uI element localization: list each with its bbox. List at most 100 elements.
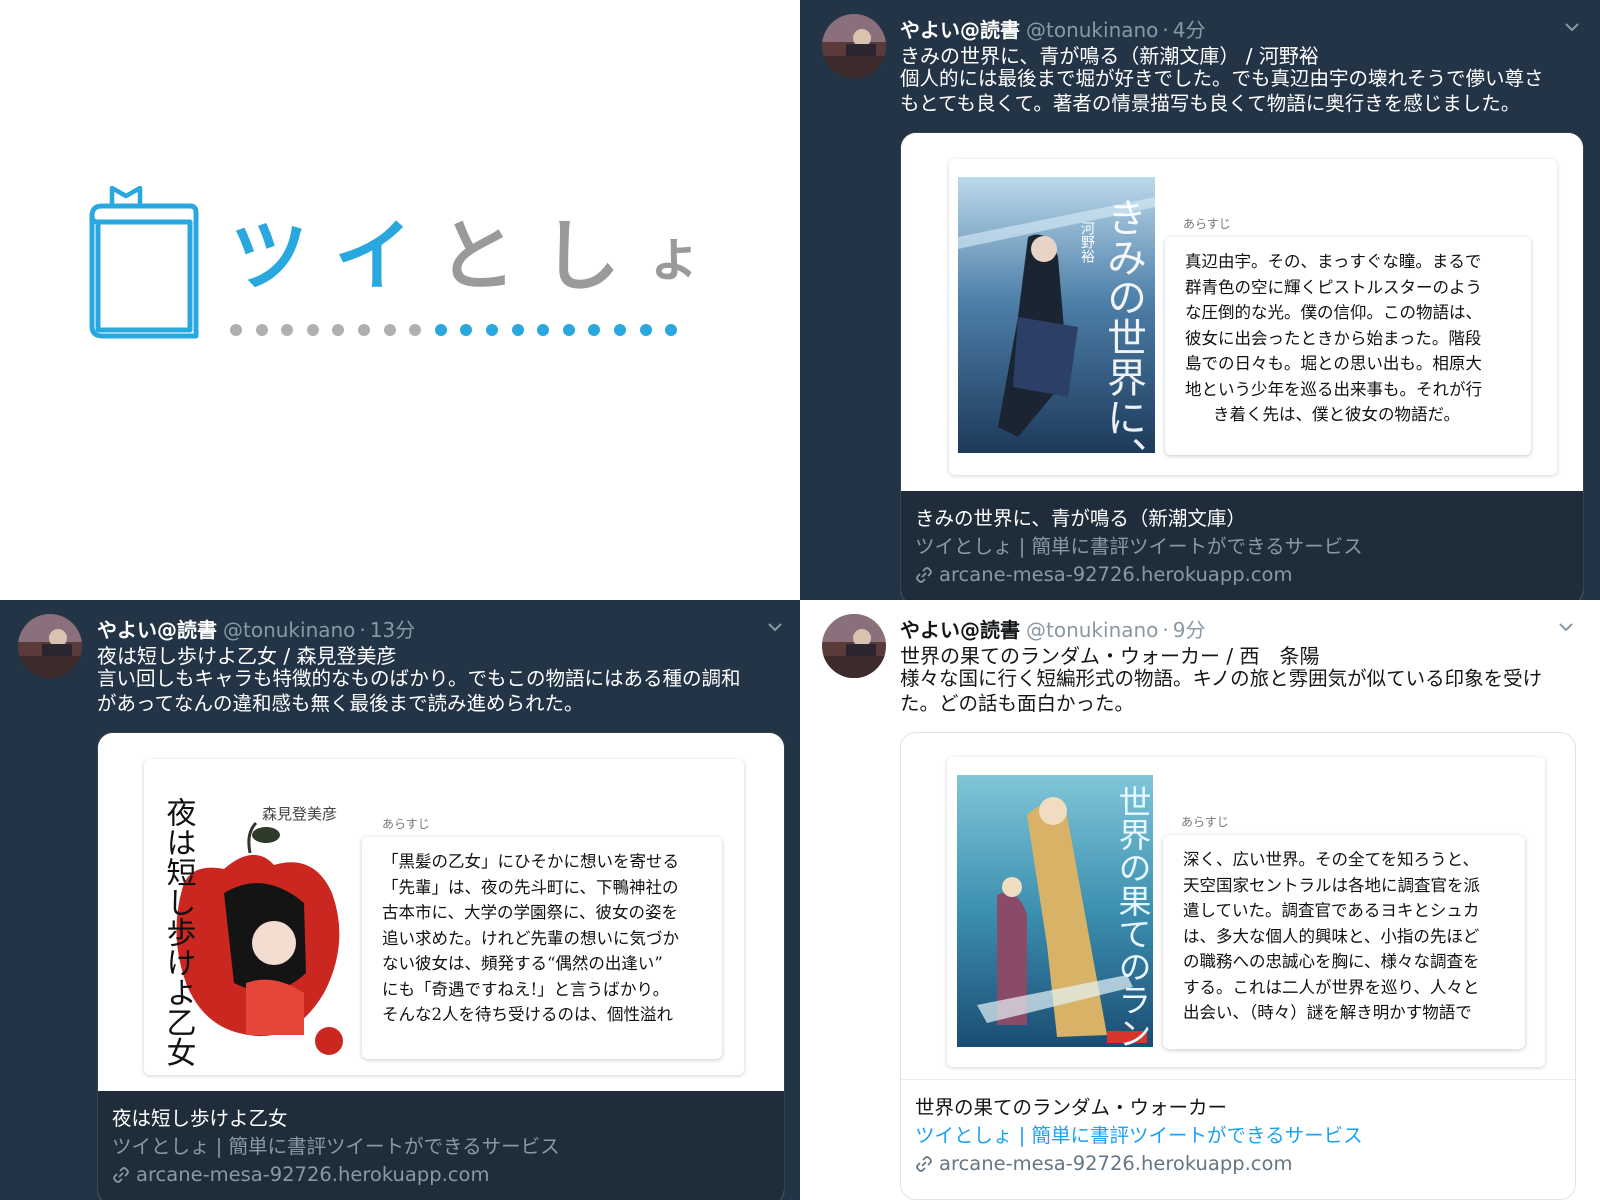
timestamp[interactable]: 13分 <box>370 618 415 642</box>
cover-title: 夜は短し歩けよ乙女 <box>160 797 196 1067</box>
logo-dot <box>511 324 524 336</box>
logo-char: イ <box>334 212 413 302</box>
synopsis-line: 古本市に、大学の学園祭に、彼女の姿を <box>382 903 679 922</box>
card-meta[interactable]: 夜は短し歩けよ乙女 ツイとしょ | 簡単に書評ツイートができるサービス arca… <box>98 1091 784 1200</box>
logo-dot <box>357 324 370 336</box>
handle[interactable]: @tonukinano <box>223 618 355 642</box>
synopsis-line: 深く、広い世界。その全てを知ろうと、 <box>1183 850 1480 869</box>
synopsis-line: 地という少年を巡る出来事も。それが行 <box>1185 379 1482 399</box>
synopsis-line: き着く先は、僕と彼女の物語だ。 <box>1213 405 1461 424</box>
link-icon <box>113 1167 129 1183</box>
display-name[interactable]: やよい@読書 <box>900 618 1020 642</box>
logo-dot <box>613 324 626 336</box>
card-title: 夜は短し歩けよ乙女 <box>112 1107 288 1130</box>
avatar[interactable] <box>822 614 886 678</box>
tweet-book-line: 世界の果てのランダム・ウォーカー / 西 条陽 <box>900 644 1320 668</box>
card-description: ツイとしょ | 簡単に書評ツイートができるサービス <box>915 535 1363 558</box>
book-cover: 夜は短し歩けよ乙女 森見登美彦 <box>154 773 354 1067</box>
card-title: きみの世界に、青が鳴る（新潮文庫） <box>915 507 1246 530</box>
synopsis-line: 追い求めた。けれど先輩の想いに気づか <box>382 928 679 948</box>
chevron-down-icon[interactable] <box>1557 618 1575 636</box>
link-icon <box>916 567 932 583</box>
synopsis-line: にも「奇遇ですねえ!」と言うばかり。 <box>382 979 670 999</box>
synopsis-line: の職務への忠誠心を胸に、様々な調査を <box>1183 952 1480 971</box>
card-domain-text: arcane-mesa-92726.herokuapp.com <box>939 563 1293 586</box>
card-description: ツイとしょ | 簡単に書評ツイートができるサービス <box>112 1135 560 1158</box>
avatar[interactable] <box>822 14 886 78</box>
card-domain[interactable]: arcane-mesa-92726.herokuapp.com <box>112 1161 770 1189</box>
synopsis-line: 「黒髪の乙女」にひそかに想いを寄せる <box>382 852 679 871</box>
logo-dot <box>588 324 601 336</box>
avatar[interactable] <box>18 614 82 678</box>
cover-title: 世界の果てのランダム・ウォーカー <box>1113 785 1152 1047</box>
timestamp[interactable]: 9分 <box>1173 618 1206 642</box>
logo-char: ツ <box>230 212 309 302</box>
card-image[interactable]: 世界の果てのランダム・ウォーカー あらすじ 深く、広い世界。その全てを知ろうと、… <box>901 733 1575 1079</box>
synopsis-line: な圧倒的な光。僕の信仰。この物語は、 <box>1185 303 1482 322</box>
synopsis-line: 遣していた。調査官であるヨキとシュカ <box>1183 901 1480 920</box>
card-meta[interactable]: きみの世界に、青が鳴る（新潮文庫） ツイとしょ | 簡単に書評ツイートができるサ… <box>901 491 1583 600</box>
synopsis-line: は、多大な個人的興味と、小指の先ほど <box>1183 926 1480 946</box>
synopsis-line: 真辺由宇。その、まっすぐな瞳。まるで <box>1185 252 1482 271</box>
tweet-text: 個人的には最後まで堀が好きでした。でも真辺由宇の壊れそうで儚い尊さ もとても良く… <box>900 66 1544 116</box>
card-image[interactable]: 夜は短し歩けよ乙女 森見登美彦 あらすじ 「黒髪の乙女」にひそかに想いを寄せる … <box>98 733 784 1091</box>
logo-dot <box>281 324 294 336</box>
synopsis-box: 深く、広い世界。その全てを知ろうと、 天空国家セントラルは各地に調査官を派 遣し… <box>1163 835 1525 1049</box>
handle[interactable]: @tonukinano <box>1026 18 1158 42</box>
tweet[interactable]: やよい@読書 @tonukinano · 9分 世界の果てのランダム・ウォーカー / … <box>800 600 1600 1200</box>
dot-separator: · <box>1162 18 1169 42</box>
tweet-text-line: た。どの話も面白かった。 <box>900 692 1135 715</box>
logo-dot-row <box>230 324 678 336</box>
card-meta[interactable]: 世界の果てのランダム・ウォーカー ツイとしょ | 簡単に書評ツイートができるサー… <box>901 1079 1575 1199</box>
card-image[interactable]: きみの世界に、青が鳴る 河野裕 あらすじ 真辺由宇。その、まっすぐな瞳。まるで … <box>901 133 1583 491</box>
link-icon <box>916 1156 932 1172</box>
book-cover: きみの世界に、青が鳴る 河野裕 <box>958 177 1155 453</box>
synopsis-label: あらすじ <box>1183 217 1231 231</box>
cover-author: 河野裕 <box>1079 221 1095 263</box>
tweet[interactable]: やよい@読書 @tonukinano · 4分 きみの世界に、青が鳴る（新潮文庫） /… <box>800 0 1600 600</box>
synopsis-label: あらすじ <box>1181 815 1229 829</box>
chevron-down-icon[interactable] <box>1563 18 1581 36</box>
synopsis-line: 「先輩」は、夜の先斗町に、下鴨神社の <box>382 877 679 897</box>
tweet-text-line: 言い回しもキャラも特徴的なものばかり。でもこの物語にはある種の調和 <box>97 667 741 690</box>
tweet-book-line: 夜は短し歩けよ乙女 / 森見登美彦 <box>97 644 397 668</box>
tweet-book-line: きみの世界に、青が鳴る（新潮文庫） / 河野裕 <box>900 44 1319 68</box>
book-cover: 世界の果てのランダム・ウォーカー <box>957 775 1153 1047</box>
logo-char: し <box>542 212 621 302</box>
dot-separator: · <box>359 618 366 642</box>
card-domain-text: arcane-mesa-92726.herokuapp.com <box>136 1163 490 1186</box>
synopsis-box: 真辺由宇。その、まっすぐな瞳。まるで 群青色の空に輝くピストルスターのよう な圧… <box>1165 237 1531 455</box>
link-card[interactable]: きみの世界に、青が鳴る 河野裕 あらすじ 真辺由宇。その、まっすぐな瞳。まるで … <box>900 132 1584 600</box>
tweet[interactable]: やよい@読書 @tonukinano · 13分 夜は短し歩けよ乙女 / 森見登美彦 … <box>0 600 800 1200</box>
logo-wordmark: ツ イ と し ょ <box>230 218 702 296</box>
display-name[interactable]: やよい@読書 <box>900 18 1020 42</box>
link-card[interactable]: 夜は短し歩けよ乙女 森見登美彦 あらすじ 「黒髪の乙女」にひそかに想いを寄せる … <box>97 732 785 1200</box>
logo-dot <box>383 324 396 336</box>
tweet-header: やよい@読書 @tonukinano · 9分 <box>900 614 1206 643</box>
tweet-text-line: があってなんの違和感も無く最後まで読み進められた。 <box>97 692 584 715</box>
logo-dot <box>562 324 575 336</box>
logo-dot <box>537 324 550 336</box>
link-card[interactable]: 世界の果てのランダム・ウォーカー あらすじ 深く、広い世界。その全てを知ろうと、… <box>900 732 1576 1200</box>
logo-dot <box>409 324 422 336</box>
tweet-text-line: もとても良くて。著者の情景描写も良くて物語に奥行きを感じました。 <box>900 92 1521 115</box>
logo-dot <box>460 324 473 336</box>
logo-dot <box>665 324 678 336</box>
logo-dot <box>306 324 319 336</box>
tweet-header: やよい@読書 @tonukinano · 4分 <box>900 14 1206 43</box>
synopsis-label: あらすじ <box>382 817 430 831</box>
synopsis-line: 彼女に出会ったときから始まった。階段 <box>1185 328 1482 348</box>
tweet-text-line: 様々な国に行く短編形式の物語。キノの旅と雰囲気が似ている印象を受け <box>900 667 1543 690</box>
logo-dot <box>230 324 242 336</box>
book-bookmark-icon <box>89 186 199 339</box>
chevron-down-icon[interactable] <box>766 618 784 636</box>
timestamp[interactable]: 4分 <box>1173 18 1206 42</box>
card-domain[interactable]: arcane-mesa-92726.herokuapp.com <box>915 561 1569 589</box>
synopsis-line: 群青色の空に輝くピストルスターのよう <box>1185 277 1482 297</box>
handle[interactable]: @tonukinano <box>1026 618 1158 642</box>
synopsis-line: 出会い、（時々）謎を解き明かす物語で <box>1183 1003 1472 1022</box>
logo-dot <box>434 324 447 336</box>
display-name[interactable]: やよい@読書 <box>97 618 217 642</box>
card-domain[interactable]: arcane-mesa-92726.herokuapp.com <box>915 1150 1561 1178</box>
logo-dot <box>332 324 345 336</box>
